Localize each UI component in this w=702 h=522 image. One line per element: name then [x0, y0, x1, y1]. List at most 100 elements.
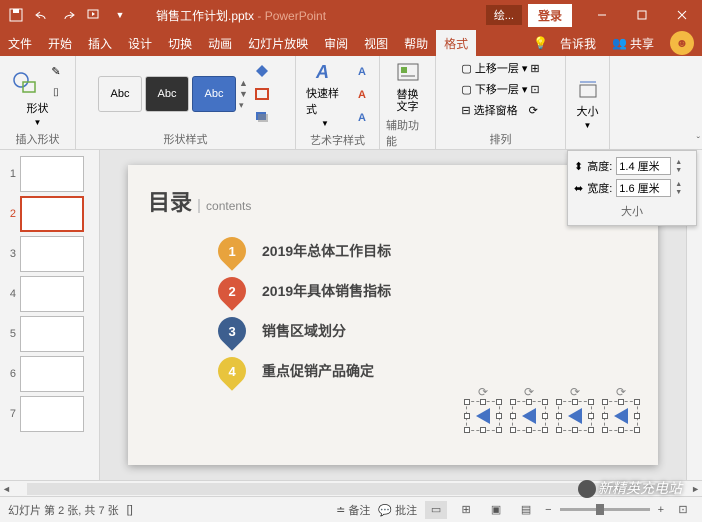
tab-视图[interactable]: 视图	[356, 30, 396, 56]
style-gallery-up-icon[interactable]: ▲	[239, 78, 248, 88]
size-button[interactable]: 大小 ▼	[573, 77, 603, 132]
tab-动画[interactable]: 动画	[200, 30, 240, 56]
tab-格式[interactable]: 格式	[436, 30, 476, 56]
normal-view-icon[interactable]: ▭	[425, 501, 447, 519]
height-input[interactable]	[616, 157, 671, 175]
selected-shape-3[interactable]: ⟳	[558, 401, 592, 435]
tab-设计[interactable]: 设计	[120, 30, 160, 56]
zoom-slider[interactable]	[560, 508, 650, 511]
width-up-icon[interactable]: ▲	[675, 181, 682, 188]
bring-forward-button[interactable]: ▢ 上移一层 ▾ ⊞	[459, 59, 541, 77]
thumbnail-6[interactable]: 6	[0, 354, 99, 394]
style-gallery-more-icon[interactable]: ▾	[239, 100, 248, 111]
shape-effects-icon[interactable]	[251, 106, 273, 128]
accessibility-group-label: 辅助功能	[386, 115, 429, 151]
shapes-button[interactable]: 形状▼	[23, 98, 53, 129]
text-fill-icon[interactable]: A	[351, 61, 373, 83]
height-label: 高度:	[587, 158, 612, 174]
insert-shapes-group-label: 插入形状	[16, 129, 60, 149]
close-button[interactable]	[662, 0, 702, 30]
rotate-icon[interactable]: ⟳	[529, 104, 538, 117]
selection-pane-button[interactable]: ⊟ 选择窗格 ⟳	[459, 101, 539, 119]
svg-text:A: A	[315, 62, 329, 82]
shape-style-preset-2[interactable]: Abc	[145, 76, 189, 112]
quick-styles-button[interactable]: A 快速样式 ▼	[302, 59, 348, 130]
send-backward-button[interactable]: ▢ 下移一层 ▾ ⊡	[459, 80, 541, 98]
login-button[interactable]: 登录	[528, 4, 572, 27]
slideshow-view-icon[interactable]: ▤	[515, 501, 537, 519]
tellme-lightbulb-icon[interactable]: 💡	[529, 36, 552, 50]
slide-thumbnails-panel: 1234567	[0, 150, 100, 480]
thumbnail-2[interactable]: 2	[0, 194, 99, 234]
tab-开始[interactable]: 开始	[40, 30, 80, 56]
toc-title-sub: contents	[198, 199, 251, 213]
shapes-gallery-button[interactable]	[8, 69, 42, 97]
width-down-icon[interactable]: ▼	[675, 189, 682, 196]
scroll-left-icon[interactable]: ◄	[0, 484, 13, 494]
start-from-beginning-icon[interactable]	[82, 3, 106, 27]
redo-icon[interactable]	[56, 3, 80, 27]
fit-to-window-icon[interactable]: ⊡	[672, 501, 694, 519]
shape-styles-group-label: 形状样式	[164, 129, 208, 149]
selected-shape-1[interactable]: ⟳	[466, 401, 500, 435]
shape-style-preset-3[interactable]: Abc	[192, 76, 236, 112]
tab-插入[interactable]: 插入	[80, 30, 120, 56]
language-indicator[interactable]: []	[127, 504, 133, 516]
reading-view-icon[interactable]: ▣	[485, 501, 507, 519]
thumbnail-7[interactable]: 7	[0, 394, 99, 434]
thumbnail-1[interactable]: 1	[0, 154, 99, 194]
toc-title-main: 目录	[148, 185, 192, 217]
arrange-group-label: 排列	[490, 129, 512, 149]
height-up-icon[interactable]: ▲	[675, 159, 682, 166]
comments-button[interactable]: 💬 批注	[378, 502, 417, 518]
size-panel: ⬍ 高度: ▲▼ ⬌ 宽度: ▲▼ 大小	[567, 150, 697, 226]
height-down-icon[interactable]: ▼	[675, 167, 682, 174]
maximize-button[interactable]	[622, 0, 662, 30]
tab-幻灯片放映[interactable]: 幻灯片放映	[240, 30, 316, 56]
thumbnail-5[interactable]: 5	[0, 314, 99, 354]
text-effects-icon[interactable]: A	[351, 107, 373, 129]
tab-审阅[interactable]: 审阅	[316, 30, 356, 56]
alt-text-button[interactable]: 替换 文字	[391, 59, 425, 115]
qat-customize-icon[interactable]: ▼	[108, 3, 132, 27]
thumbnail-3[interactable]: 3	[0, 234, 99, 274]
sorter-view-icon[interactable]: ⊞	[455, 501, 477, 519]
tell-me[interactable]: 告诉我	[552, 30, 604, 56]
selected-shape-4[interactable]: ⟳	[604, 401, 638, 435]
undo-icon[interactable]	[30, 3, 54, 27]
zoom-in-icon[interactable]: +	[658, 504, 664, 516]
tab-文件[interactable]: 文件	[0, 30, 40, 56]
thumbnail-4[interactable]: 4	[0, 274, 99, 314]
shape-outline-icon[interactable]	[251, 83, 273, 105]
zoom-out-icon[interactable]: −	[545, 504, 551, 516]
height-icon: ⬍	[574, 160, 583, 173]
text-outline-icon[interactable]: A	[351, 84, 373, 106]
wordart-styles-group-label: 艺术字样式	[310, 130, 365, 150]
shape-style-preset-1[interactable]: Abc	[98, 76, 142, 112]
slide-counter: 幻灯片 第 2 张, 共 7 张	[8, 502, 119, 518]
width-input[interactable]	[616, 179, 671, 197]
shape-fill-icon[interactable]	[251, 60, 273, 82]
scroll-right-icon[interactable]: ►	[689, 484, 702, 494]
width-label: 宽度:	[587, 180, 612, 196]
style-gallery-down-icon[interactable]: ▼	[239, 89, 248, 99]
toc-item-4: 4重点促销产品确定	[218, 357, 638, 385]
selected-shape-2[interactable]: ⟳	[512, 401, 546, 435]
help-smiley-icon[interactable]: ☻	[670, 31, 694, 55]
align-icon[interactable]: ⊞	[530, 62, 539, 75]
minimize-button[interactable]	[582, 0, 622, 30]
share-button[interactable]: 👥共享	[604, 30, 662, 56]
toc-item-3: 3销售区域划分	[218, 317, 638, 345]
toc-item-1: 12019年总体工作目标	[218, 237, 638, 265]
horizontal-scrollbar[interactable]: ◄ ►	[0, 480, 702, 496]
width-icon: ⬌	[574, 182, 583, 195]
tab-切换[interactable]: 切换	[160, 30, 200, 56]
size-panel-title: 大小	[574, 203, 690, 219]
tab-帮助[interactable]: 帮助	[396, 30, 436, 56]
edit-shape-icon[interactable]: ✎	[45, 61, 67, 83]
group-icon[interactable]: ⊡	[530, 83, 539, 96]
save-icon[interactable]	[4, 3, 28, 27]
notes-button[interactable]: ≐ 备注	[336, 502, 370, 518]
collapse-ribbon-icon[interactable]: ˇ	[697, 136, 700, 147]
drawing-tools-tab[interactable]: 绘...	[486, 5, 522, 25]
